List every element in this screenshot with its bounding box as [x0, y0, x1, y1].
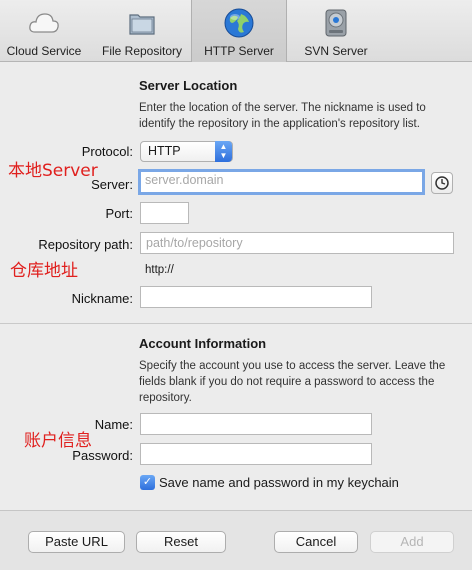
tab-label: SVN Server [304, 44, 368, 58]
port-field[interactable] [140, 202, 189, 224]
save-keychain-checkbox[interactable]: ✓ [140, 475, 155, 490]
tab-label: Cloud Service [6, 44, 82, 58]
form-panel: Server Location Enter the location of th… [0, 62, 472, 510]
tab-svn-server[interactable]: SVN Server [292, 0, 380, 62]
section-divider [0, 323, 472, 324]
server-label: Server: [91, 177, 133, 192]
toolbar: Cloud Service File Repository HTTP Serve… [0, 0, 472, 62]
folder-icon [125, 6, 159, 40]
cloud-icon [27, 6, 61, 40]
chevron-updown-icon: ▲ ▼ [215, 141, 232, 162]
account-information-heading: Account Information [139, 336, 267, 351]
server-field[interactable]: server.domain [138, 169, 425, 195]
nickname-field[interactable] [140, 286, 372, 308]
account-information-description: Specify the account you use to access th… [139, 360, 446, 404]
footer-bar: Paste URL Reset Cancel Add [0, 510, 472, 570]
checkmark-icon: ✓ [142, 476, 153, 488]
protocol-select[interactable]: HTTP ▲ ▼ [140, 141, 233, 162]
history-button[interactable] [431, 172, 453, 194]
globe-icon [222, 6, 256, 40]
url-preview: http:// [145, 264, 174, 276]
tab-http-server[interactable]: HTTP Server [191, 0, 287, 62]
tab-cloud-service[interactable]: Cloud Service [0, 0, 88, 62]
password-field[interactable] [140, 443, 372, 465]
server-location-heading: Server Location [139, 78, 238, 93]
tab-label: File Repository [101, 44, 183, 58]
nickname-label: Nickname: [71, 291, 133, 306]
repository-path-field[interactable]: path/to/repository [140, 232, 454, 254]
tab-label: HTTP Server [204, 44, 274, 58]
server-placeholder: server.domain [145, 173, 224, 187]
annotation-repo-address: 仓库地址 [10, 261, 78, 281]
add-button[interactable]: Add [370, 531, 454, 553]
drive-icon [319, 6, 353, 40]
clock-icon [435, 176, 449, 190]
repository-path-label: Repository path: [38, 237, 133, 252]
password-label: Password: [72, 448, 133, 463]
cancel-button[interactable]: Cancel [274, 531, 358, 553]
name-field[interactable] [140, 413, 372, 435]
repository-path-placeholder: path/to/repository [146, 236, 243, 250]
server-location-description: Enter the location of the server. The ni… [139, 102, 426, 130]
tab-file-repository[interactable]: File Repository [94, 0, 190, 62]
port-label: Port: [105, 206, 133, 221]
save-keychain-label: Save name and password in my keychain [159, 475, 399, 490]
paste-url-button[interactable]: Paste URL [28, 531, 125, 553]
reset-button[interactable]: Reset [136, 531, 226, 553]
name-label: Name: [94, 417, 133, 432]
protocol-value: HTTP [148, 144, 181, 158]
